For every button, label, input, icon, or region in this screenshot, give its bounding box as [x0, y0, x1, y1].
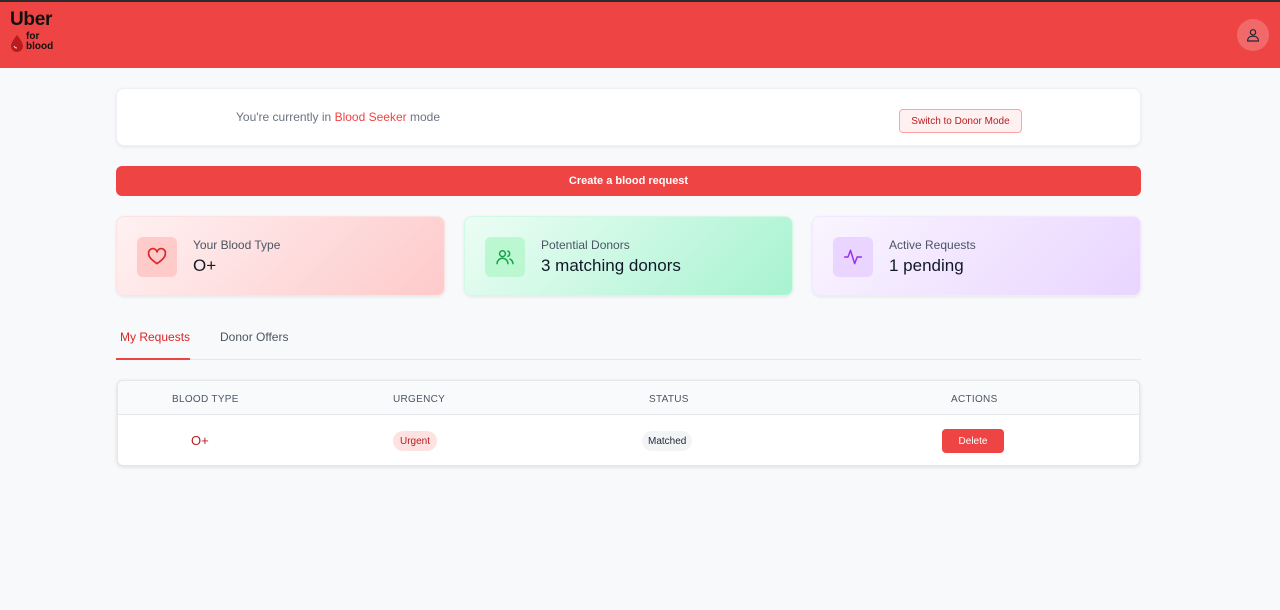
- status-badge: Matched: [642, 431, 693, 451]
- mode-card: You're currently in Blood Seeker mode Sw…: [116, 88, 1141, 146]
- mode-status-text: You're currently in Blood Seeker mode: [236, 110, 440, 124]
- user-avatar-button[interactable]: [1237, 19, 1269, 51]
- users-icon-tile: [485, 237, 525, 277]
- mode-suffix: mode: [409, 110, 440, 124]
- stat-value: 3 matching donors: [541, 256, 681, 275]
- tab-my-requests[interactable]: My Requests: [116, 322, 190, 360]
- activity-icon: [843, 249, 863, 265]
- mode-name: Blood Seeker: [334, 110, 407, 124]
- switch-to-donor-mode-button[interactable]: Switch to Donor Mode: [899, 109, 1022, 133]
- stat-label: Active Requests: [889, 238, 976, 252]
- brand-logo[interactable]: Uber for blood: [10, 10, 53, 52]
- heart-icon: [147, 247, 167, 265]
- stat-label: Your Blood Type: [193, 238, 281, 252]
- heart-icon-tile: [137, 237, 177, 277]
- brand-word-blood: blood: [26, 41, 54, 52]
- column-header-blood-type: BLOOD TYPE: [172, 394, 239, 405]
- table-header: BLOOD TYPE URGENCY STATUS ACTIONS: [118, 381, 1139, 415]
- stat-value: 1 pending: [889, 256, 964, 275]
- mode-prefix: You're currently in: [236, 110, 332, 124]
- app-header: Uber for blood: [0, 2, 1280, 68]
- stat-card-active-requests: Active Requests 1 pending: [812, 216, 1141, 296]
- user-icon: [1247, 29, 1259, 42]
- stat-card-potential-donors: Potential Donors 3 matching donors: [464, 216, 793, 296]
- urgency-badge: Urgent: [393, 431, 438, 451]
- brand-word-uber: Uber: [10, 9, 53, 30]
- activity-icon-tile: [833, 237, 873, 277]
- column-header-urgency: URGENCY: [393, 394, 446, 405]
- users-icon: [496, 250, 514, 265]
- stat-value: O+: [193, 256, 217, 275]
- column-header-actions: ACTIONS: [951, 394, 998, 405]
- create-blood-request-button[interactable]: Create a blood request: [116, 166, 1141, 196]
- stat-card-blood-type: Your Blood Type O+: [116, 216, 445, 296]
- blood-type-cell: O+: [191, 433, 209, 448]
- blood-drop-icon: [11, 35, 23, 52]
- delete-request-button[interactable]: Delete: [942, 429, 1004, 453]
- stat-label: Potential Donors: [541, 238, 630, 252]
- requests-table: BLOOD TYPE URGENCY STATUS ACTIONS O+ Urg…: [117, 380, 1140, 466]
- column-header-status: STATUS: [649, 394, 689, 405]
- request-tabs: My Requests Donor Offers: [116, 322, 1141, 360]
- tab-donor-offers[interactable]: Donor Offers: [216, 322, 292, 360]
